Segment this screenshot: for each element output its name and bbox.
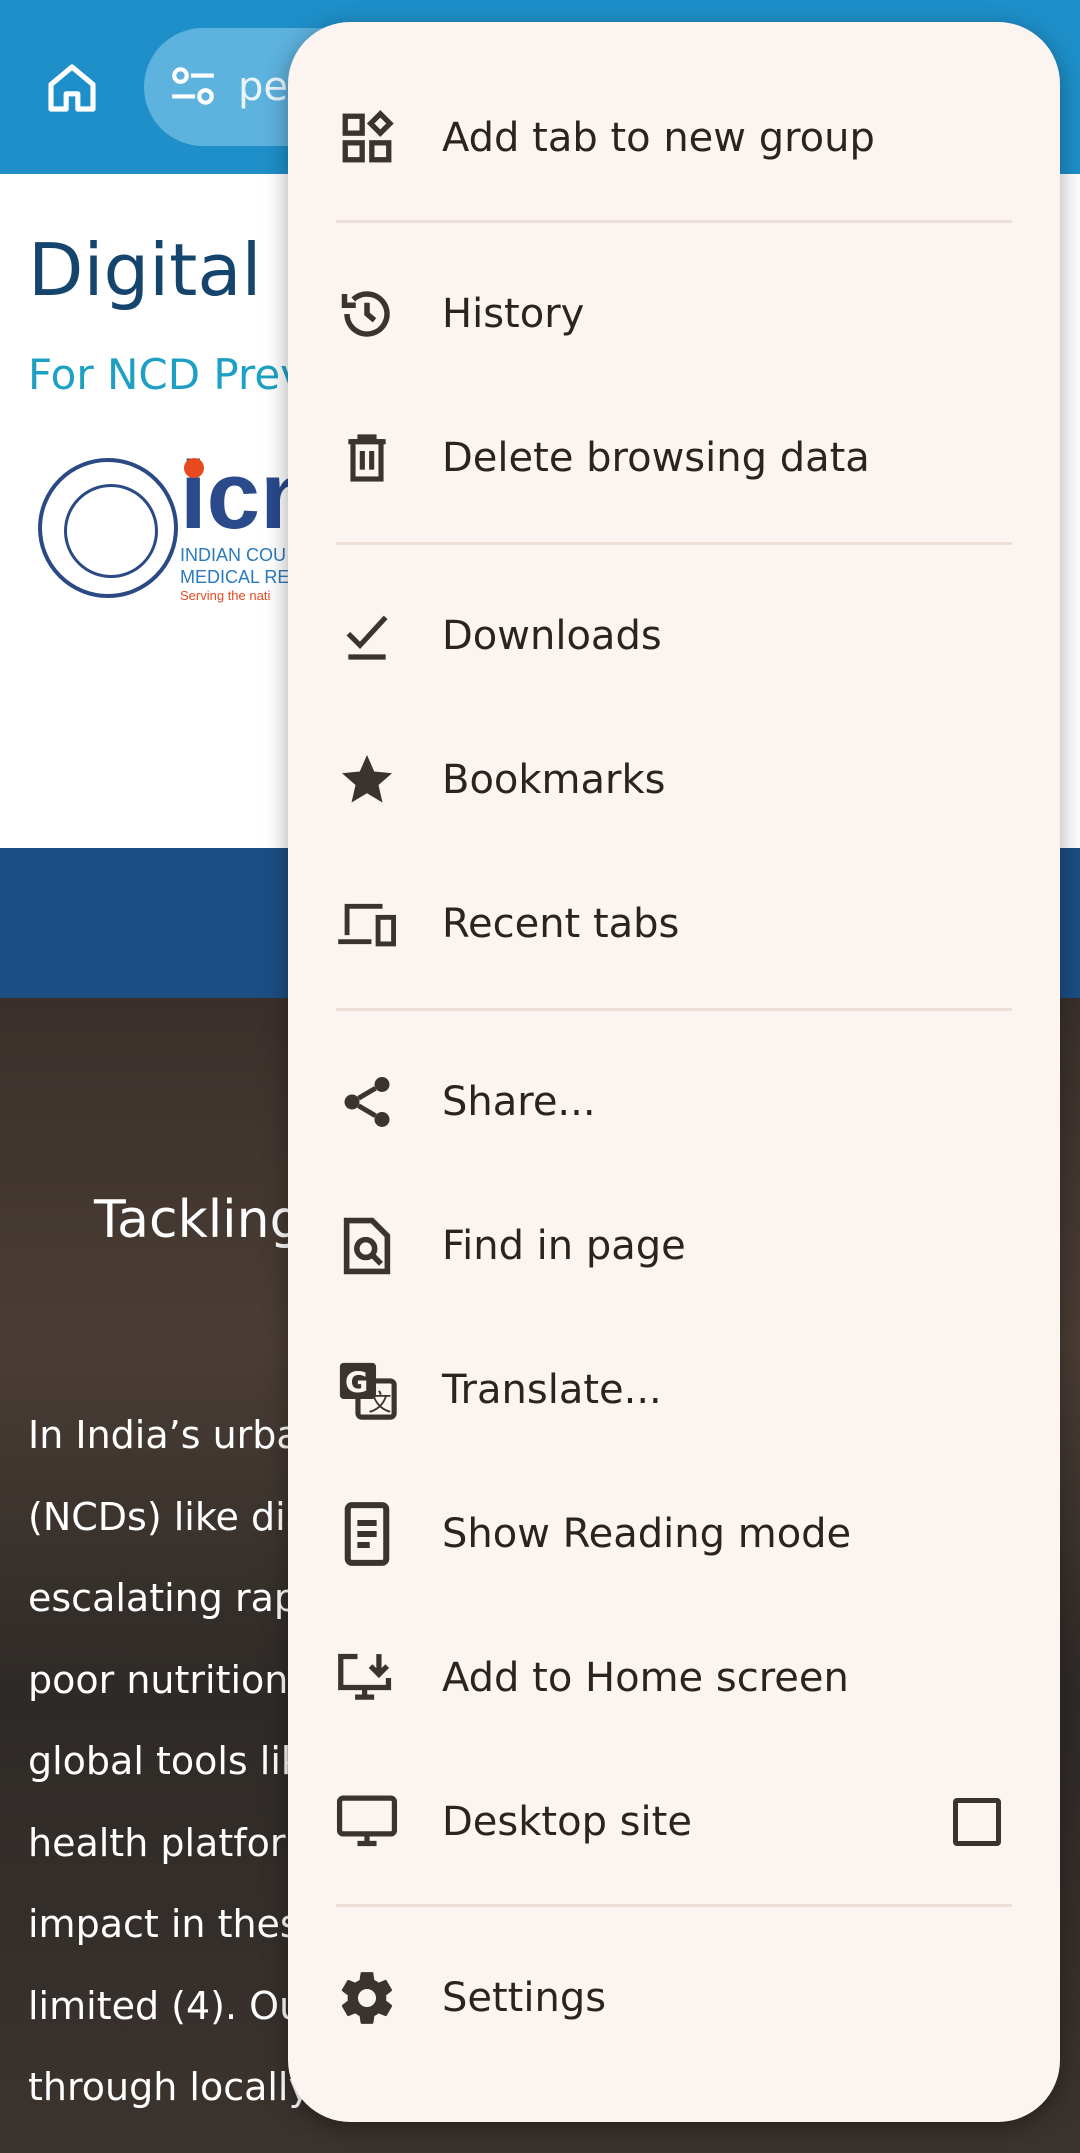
svg-text:文: 文 [368,1390,391,1417]
site-settings-icon[interactable] [168,64,218,108]
menu-divider [336,1904,1012,1907]
url-text: pe [238,64,288,110]
star-icon [336,749,398,811]
menu-item-add-to-home-screen[interactable]: Add to Home screen [288,1618,1060,1738]
menu-item-history[interactable]: History [288,254,1060,374]
menu-item-recent-tabs[interactable]: Recent tabs [288,864,1060,984]
menu-item-label: Recent tabs [442,901,680,947]
menu-item-add-tab-to-new-group[interactable]: Add tab to new group [288,78,1060,198]
icmr-seal-logo [38,458,178,598]
menu-divider [336,220,1012,223]
menu-item-label: Share... [442,1079,596,1125]
browser-overflow-menu: Add tab to new group History Delete brow… [288,22,1060,2122]
menu-item-delete-browsing-data[interactable]: Delete browsing data [288,398,1060,518]
menu-item-label: History [442,291,585,337]
history-icon [336,283,398,345]
menu-divider [336,542,1012,545]
menu-item-label: Downloads [442,613,662,659]
menu-item-show-reading-mode[interactable]: Show Reading mode [288,1474,1060,1594]
menu-item-label: Add tab to new group [442,115,875,161]
translate-icon: G 文 [336,1359,398,1421]
menu-item-label: Settings [442,1975,607,2021]
home-icon [48,64,96,112]
page-subtitle: For NCD Prev [28,350,306,399]
desktop-site-checkbox[interactable] [953,1798,1001,1846]
menu-item-downloads[interactable]: Downloads [288,576,1060,696]
menu-item-share[interactable]: Share... [288,1042,1060,1162]
menu-item-bookmarks[interactable]: Bookmarks [288,720,1060,840]
download-check-icon [336,605,398,667]
menu-item-translate[interactable]: G 文 Translate... [288,1330,1060,1450]
reading-mode-icon [336,1502,398,1566]
svg-text:G: G [345,1367,368,1400]
menu-item-settings[interactable]: Settings [288,1938,1060,2058]
add-to-home-icon [336,1647,398,1709]
menu-item-label: Delete browsing data [442,435,870,481]
menu-item-label: Desktop site [442,1799,692,1845]
menu-item-label: Show Reading mode [442,1511,852,1557]
find-in-page-icon [336,1215,398,1277]
gear-icon [336,1967,398,2029]
home-button[interactable] [36,52,108,124]
trash-icon [336,427,398,489]
menu-item-label: Translate... [442,1367,662,1413]
menu-item-label: Find in page [442,1223,686,1269]
menu-item-label: Add to Home screen [442,1655,849,1701]
menu-item-desktop-site[interactable]: Desktop site [288,1762,1060,1882]
menu-item-label: Bookmarks [442,757,666,803]
hero-heading: Tackling [94,1190,303,1250]
devices-icon [336,893,398,955]
share-icon [336,1071,398,1133]
tab-group-icon [336,107,398,169]
menu-item-find-in-page[interactable]: Find in page [288,1186,1060,1306]
menu-divider [336,1008,1012,1011]
desktop-icon [336,1791,398,1853]
